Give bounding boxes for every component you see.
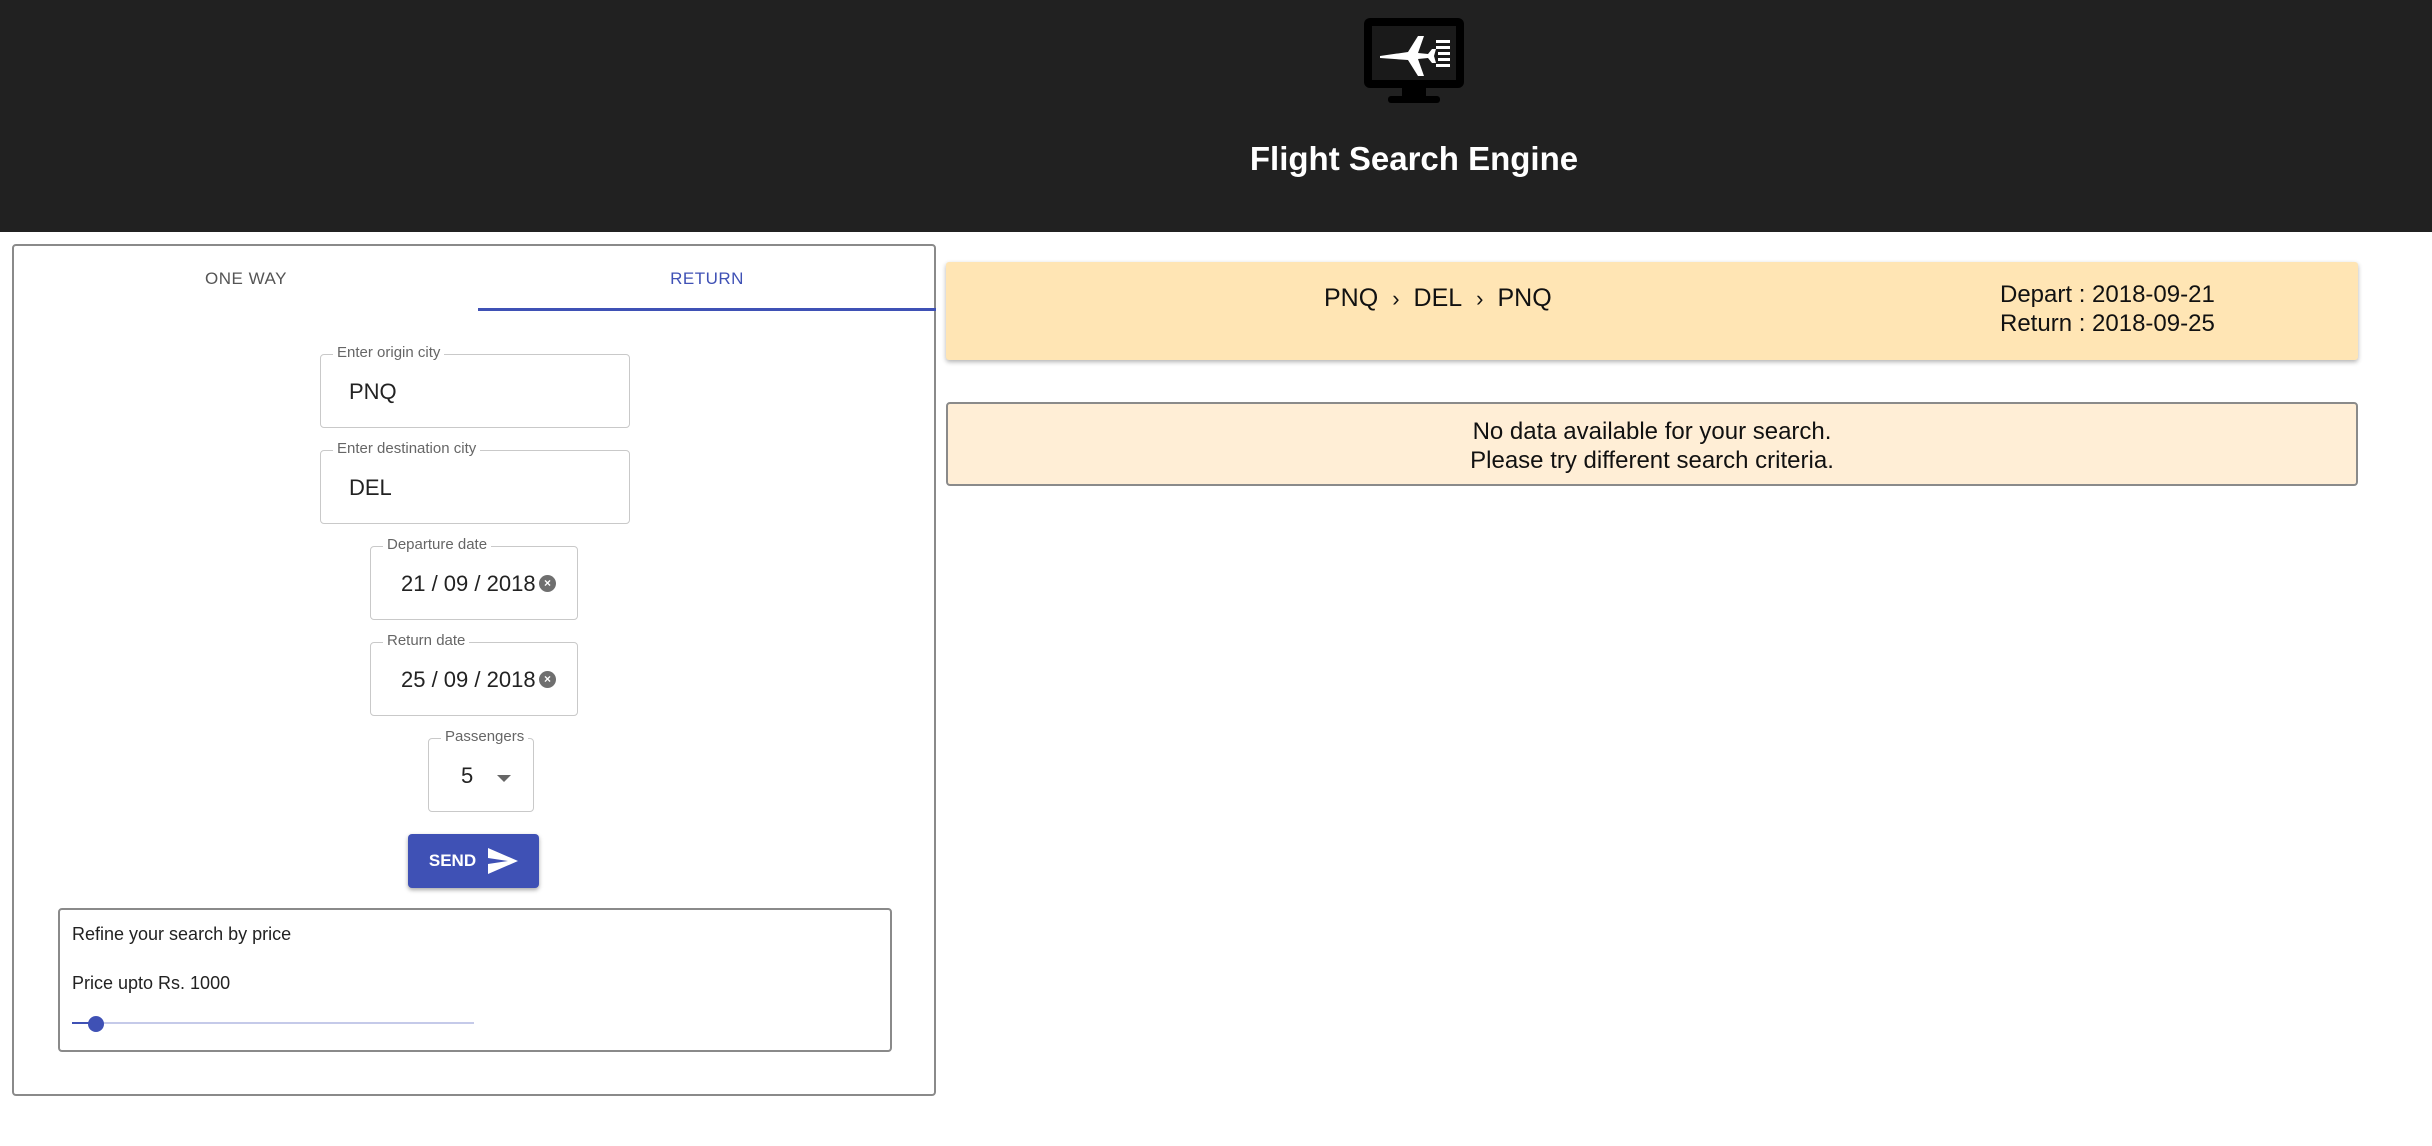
- slider-track: [72, 1022, 474, 1024]
- departure-date-label: Departure date: [383, 536, 492, 553]
- depart-date-text: Depart : 2018-09-21: [2000, 281, 2215, 308]
- route-return: PNQ: [1497, 284, 1552, 312]
- origin-city-label: Enter origin city: [333, 344, 445, 361]
- return-date-value: 25 / 09 / 2018: [401, 667, 536, 692]
- price-slider[interactable]: [72, 1016, 474, 1032]
- origin-city-field[interactable]: Enter origin city PNQ: [320, 344, 630, 428]
- app-title: Flight Search Engine: [1249, 140, 1579, 177]
- tab-one-way[interactable]: ONE WAY: [14, 246, 478, 312]
- no-data-line-2: Please try different search criteria.: [1470, 447, 1834, 474]
- passengers-select[interactable]: Passengers 5: [428, 728, 534, 812]
- departure-date-value: 21 / 09 / 2018: [401, 571, 536, 596]
- route-summary: PNQ › DEL › PNQ: [1324, 284, 1552, 313]
- destination-city-field[interactable]: Enter destination city DEL: [320, 440, 630, 524]
- slider-thumb[interactable]: [88, 1016, 105, 1032]
- send-button-label: SEND: [428, 851, 477, 870]
- search-panel: ONE WAY RETURN Enter origin city PNQ Ent…: [12, 244, 936, 1096]
- no-data-message: No data available for your search. Pleas…: [946, 402, 2358, 486]
- send-button[interactable]: SEND: [408, 834, 539, 888]
- price-label: Price upto Rs. 1000: [72, 973, 231, 993]
- active-tab-indicator: [478, 308, 936, 311]
- price-refine-box: Refine your search by price Price upto R…: [58, 908, 892, 1052]
- return-date-text: Return : 2018-09-25: [2000, 310, 2215, 337]
- route-destination: DEL: [1413, 284, 1463, 312]
- refine-title: Refine your search by price: [72, 924, 292, 944]
- return-date-field[interactable]: Return date 25 / 09 / 2018 ×: [370, 632, 578, 716]
- destination-city-value: DEL: [349, 475, 392, 500]
- clear-departure-icon[interactable]: ×: [539, 575, 556, 592]
- passengers-label: Passengers: [441, 728, 529, 745]
- origin-city-value: PNQ: [349, 379, 397, 404]
- chevron-right-icon: ›: [1476, 285, 1484, 311]
- chevron-right-icon: ›: [1392, 285, 1400, 311]
- clear-return-icon[interactable]: ×: [539, 671, 556, 688]
- return-date-label: Return date: [383, 632, 470, 649]
- search-summary-card: PNQ › DEL › PNQ Depart : 2018-09-21 Retu…: [946, 262, 2358, 360]
- send-icon: [488, 848, 519, 874]
- airplane-monitor-icon: [1364, 18, 1464, 103]
- departure-date-field[interactable]: Departure date 21 / 09 / 2018 ×: [370, 536, 578, 620]
- chevron-down-icon: [497, 775, 511, 782]
- destination-city-label: Enter destination city: [333, 440, 481, 457]
- passengers-value: 5: [461, 763, 474, 788]
- app-header: Flight Search Engine: [0, 0, 2432, 232]
- tab-return[interactable]: RETURN: [478, 246, 936, 312]
- route-origin: PNQ: [1324, 284, 1379, 312]
- no-data-line-1: No data available for your search.: [1472, 418, 1832, 445]
- trip-dates: Depart : 2018-09-21 Return : 2018-09-25: [2000, 280, 2215, 338]
